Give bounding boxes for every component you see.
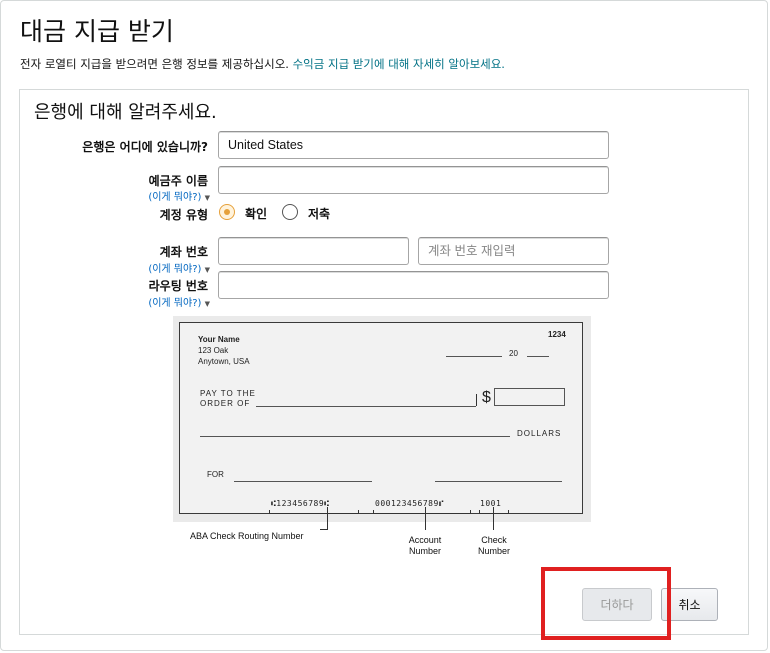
micr-check-number: 1001	[480, 499, 502, 508]
date-line-2	[527, 356, 549, 357]
check-date-prefix: 20	[509, 349, 518, 358]
check-address2: Anytown, USA	[198, 357, 250, 366]
check-name: Your Name	[198, 335, 240, 344]
account-holder-label: 예금주 이름	[148, 174, 208, 188]
page-subtitle: 전자 로열티 지급을 받으려면 은행 정보를 제공하십시오. 수익금 지급 받기…	[20, 56, 505, 72]
check-body: Your Name 123 Oak Anytown, USA 1234 20 P…	[179, 322, 583, 514]
routing-number-label: 라우팅 번호	[148, 279, 208, 293]
check-address1: 123 Oak	[198, 346, 229, 355]
check-number-top: 1234	[548, 330, 566, 339]
payee-line	[256, 406, 476, 407]
payee-line-end	[476, 394, 477, 406]
bank-info-panel: 은행에 대해 알려주세요. 은행은 어디에 있습니까? 예금주 이름 (이게 뭐…	[19, 89, 749, 635]
account-number-confirm-input[interactable]	[418, 237, 609, 265]
caption-account-line1: Account	[408, 535, 442, 545]
account-leader	[425, 507, 426, 530]
memo-line	[234, 481, 372, 482]
radio-savings[interactable]	[282, 204, 298, 220]
bank-location-input[interactable]	[218, 131, 609, 159]
account-type-label: 계정 유형	[159, 208, 208, 222]
pay-to-line1: PAY TO THE	[200, 389, 256, 398]
routing-leader-horizontal	[320, 529, 328, 530]
account-number-input[interactable]	[218, 237, 409, 265]
signature-line	[435, 481, 562, 482]
radio-checking[interactable]	[219, 204, 235, 220]
caption-account-line2: Number	[408, 546, 441, 556]
subtitle-text: 전자 로열티 지급을 받으려면 은행 정보를 제공하십시오.	[20, 57, 293, 71]
routing-number-help-link[interactable]: (이게 뭐야?) ▼	[50, 294, 210, 309]
account-number-help-link[interactable]: (이게 뭐야?) ▼	[50, 260, 210, 275]
micr-routing: ⑆123456789⑆	[271, 499, 330, 508]
routing-leader-vertical	[327, 507, 328, 529]
account-holder-help-link[interactable]: (이게 뭐야?) ▼	[50, 188, 210, 203]
check-number-leader	[493, 507, 494, 530]
account-holder-input[interactable]	[218, 166, 609, 194]
date-line	[446, 356, 502, 357]
dollars-label: DOLLARS	[517, 429, 562, 438]
page-title: 대금 지급 받기	[20, 17, 174, 46]
learn-more-link[interactable]: 수익금 지급 받기에 대해 자세히 알아보세요.	[293, 57, 505, 71]
micr-account: 000123456789⑈	[375, 499, 445, 508]
routing-bracket	[269, 510, 359, 514]
for-label: FOR	[207, 470, 224, 479]
check-number-bracket	[479, 510, 509, 514]
sample-check-image: Your Name 123 Oak Anytown, USA 1234 20 P…	[173, 316, 591, 522]
caret-down-icon: ▼	[204, 266, 210, 274]
radio-savings-label[interactable]: 저축	[308, 205, 330, 222]
account-number-help-text: (이게 뭐야?)	[148, 264, 202, 275]
account-holder-help-text: (이게 뭐야?)	[148, 192, 202, 203]
pay-to-line2: ORDER OF	[200, 399, 251, 408]
routing-number-help-text: (이게 뭐야?)	[148, 298, 202, 309]
radio-dot-icon	[224, 209, 230, 215]
caption-check-line1: Check	[481, 535, 507, 545]
account-bracket	[373, 510, 471, 514]
caret-down-icon: ▼	[204, 194, 210, 202]
account-number-label: 계좌 번호	[159, 245, 208, 259]
caption-routing: ABA Check Routing Number	[190, 531, 304, 541]
dollar-sign: $	[482, 389, 491, 406]
routing-number-input[interactable]	[218, 271, 609, 299]
amount-words-line	[200, 436, 510, 437]
caption-check-line2: Number	[477, 546, 510, 556]
caret-down-icon: ▼	[204, 300, 210, 308]
amount-box	[494, 388, 565, 406]
cancel-button[interactable]: 취소	[661, 588, 718, 621]
radio-checking-label[interactable]: 확인	[245, 205, 267, 222]
bank-location-label: 은행은 어디에 있습니까?	[82, 140, 208, 154]
section-title: 은행에 대해 알려주세요.	[34, 102, 217, 123]
add-button[interactable]: 더하다	[582, 588, 652, 621]
